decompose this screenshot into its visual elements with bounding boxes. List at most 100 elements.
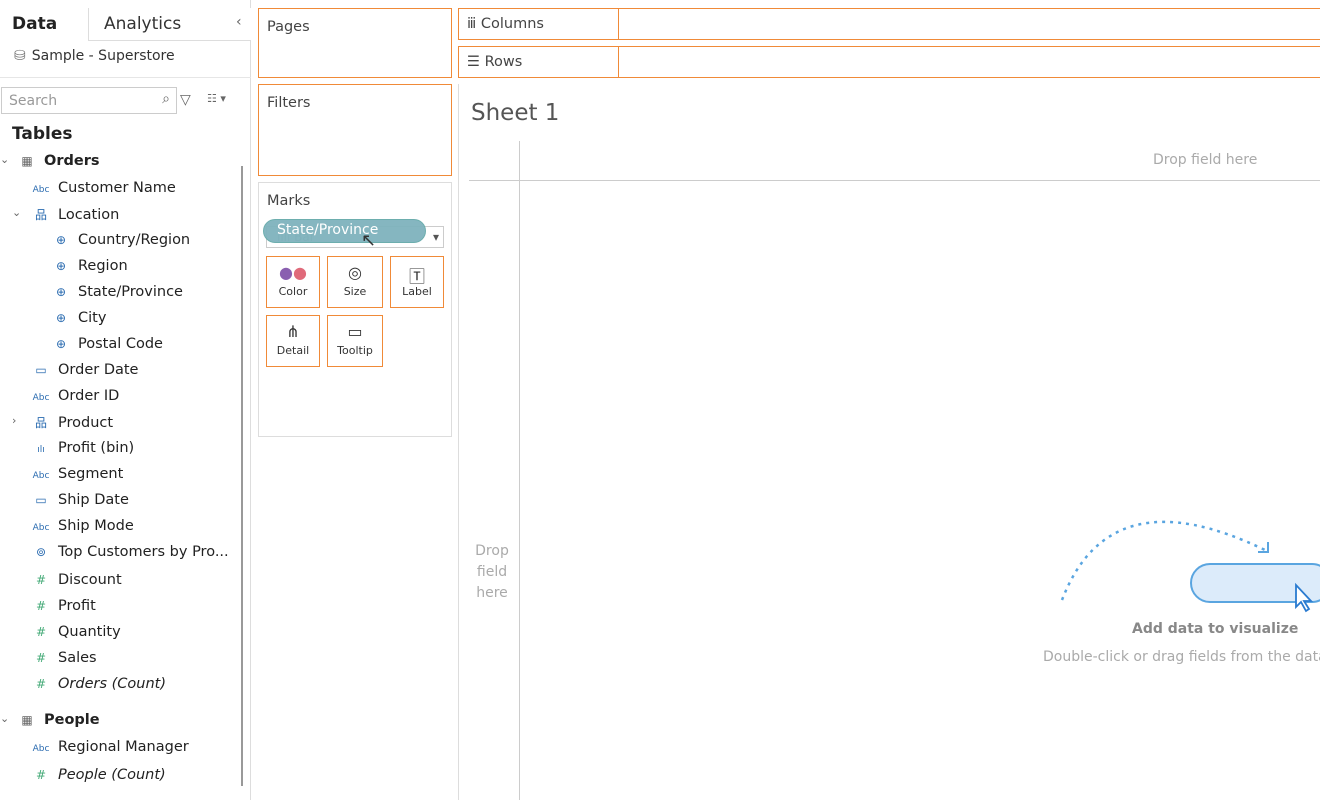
field-item[interactable]: ⊚ Top Customers by Pro... [30,544,229,568]
field-label: Ship Mode [58,518,134,534]
sheet-title[interactable]: Sheet 1 [471,100,559,126]
detail-button[interactable]: ⋔ Detail [266,315,320,367]
data-source[interactable]: ⛁ Sample - Superstore [14,48,175,64]
date-icon: ▭ [35,363,47,377]
field-item[interactable]: › 品 Product [12,414,113,438]
dim-icon: Abc [32,185,50,195]
field-item[interactable]: # Discount [30,572,122,596]
field-label: State/Province [78,284,183,300]
measure-italic-icon: # [35,768,47,782]
field-label: Ship Date [58,492,129,508]
search-input[interactable]: Search ⌕ [1,87,177,114]
table-icon: ▦ [21,713,33,727]
tab-analytics[interactable]: Analytics [88,8,251,41]
field-label: Profit (bin) [58,440,135,456]
drag-hint-illustration [1060,520,1320,613]
rows-shelf[interactable]: ☰ Rows [458,46,1320,78]
filters-label: Filters [267,95,311,111]
field-label: Quantity [58,624,121,640]
database-icon: ⛁ [14,48,26,64]
chevron-down-icon[interactable]: ⌄ [0,712,9,725]
field-item[interactable]: # Orders (Count) [30,676,166,700]
chevron-down-icon[interactable]: ⌄ [12,206,21,219]
field-item[interactable]: # Profit [30,598,96,622]
field-item[interactable]: Abc Order ID [30,388,120,412]
field-label: Order Date [58,362,139,378]
field-label: Postal Code [78,336,163,352]
filter-icon[interactable]: ▽ [180,92,191,108]
field-label: Orders [44,153,100,169]
view-options-dropdown[interactable]: ☷ ▾ [207,92,226,105]
pages-shelf[interactable]: Pages [258,8,452,78]
field-label: Top Customers by Pro... [58,544,229,560]
size-icon: ◎ [348,263,362,282]
field-item[interactable]: ⌄ 品 Location [12,206,119,230]
dim-icon: Abc [32,471,50,481]
tooltip-button[interactable]: ▭ Tooltip [327,315,383,367]
columns-drop-zone[interactable]: Drop field here [1153,152,1257,168]
color-label: Color [278,285,308,298]
tables-heading: Tables [12,124,73,144]
columns-label: ⅲ Columns [467,16,544,32]
measure-italic-icon: # [35,677,47,691]
field-label: Customer Name [58,180,176,196]
data-pane: Data Analytics ‹ ⛁ Sample - Superstore Se… [0,0,251,800]
collapse-pane-icon[interactable]: ‹ [236,14,242,30]
detail-icon: ⋔ [286,322,300,341]
chevron-down-icon[interactable]: ⌄ [0,153,9,166]
size-button[interactable]: ◎ Size [327,256,383,308]
geo-icon: ⊕ [55,311,67,325]
field-item[interactable]: Abc Ship Mode [30,518,134,542]
table-item[interactable]: ⌄ ▦ Orders [0,153,100,177]
field-item[interactable]: ⊕ Country/Region [50,232,190,256]
field-item[interactable]: ⊕ Region [50,258,128,282]
set-icon: ⊚ [35,545,47,559]
tab-data[interactable]: Data [0,8,88,41]
columns-shelf[interactable]: ⅲ Columns [458,8,1320,40]
geo-icon: ⊕ [55,337,67,351]
data-source-label: Sample - Superstore [31,48,175,64]
label-button[interactable]: 🅃 Label [390,256,444,308]
field-item[interactable]: ⊕ City [50,310,106,334]
dim-icon: ılı [37,445,45,455]
rows-label: ☰ Rows [467,54,523,70]
measure-icon: # [35,599,47,613]
filters-shelf[interactable]: Filters [258,84,452,176]
field-item[interactable]: # People (Count) [30,767,166,791]
field-item[interactable]: ▭ Ship Date [30,492,129,516]
table-item[interactable]: ⌄ ▦ People [0,712,100,736]
drag-cursor-icon: ↖ [361,230,377,251]
search-icon: ⌕ [162,91,170,107]
hint-title: Add data to visualize [1132,621,1299,637]
hier-icon: 品 [34,416,47,430]
field-item[interactable]: ⊕ State/Province [50,284,183,308]
geo-icon: ⊕ [55,259,67,273]
field-item[interactable]: # Sales [30,650,97,674]
field-label: Segment [58,466,124,482]
columns-icon: ⅲ [467,16,481,32]
field-item[interactable]: Abc Segment [30,466,124,490]
chevron-right-icon[interactable]: › [12,414,16,427]
field-item[interactable]: # Quantity [30,624,121,648]
field-item[interactable]: Abc Regional Manager [30,739,189,763]
hint-subtitle: Double-click or drag fields from the dat… [1043,649,1320,665]
field-item[interactable]: ▭ Order Date [30,362,138,386]
tooltip-icon: ▭ [347,322,363,341]
divider [469,180,1320,181]
field-item[interactable]: Abc Customer Name [30,180,176,204]
field-label: Region [78,258,128,274]
date-icon: ▭ [35,493,47,507]
measure-icon: # [35,625,47,639]
scrollbar[interactable] [241,166,243,786]
rows-drop-zone[interactable]: Drop field here [470,541,514,604]
pages-label: Pages [267,19,310,35]
geo-icon: ⊕ [55,233,67,247]
color-button[interactable]: ●● Color [266,256,320,308]
divider [0,77,251,78]
field-label: Regional Manager [58,739,189,755]
field-label: Sales [58,650,97,666]
dragged-field-pill[interactable]: State/Province [263,219,426,243]
field-item[interactable]: ⊕ Postal Code [50,336,163,360]
field-label: City [78,310,107,326]
field-item[interactable]: ılı Profit (bin) [30,440,134,464]
